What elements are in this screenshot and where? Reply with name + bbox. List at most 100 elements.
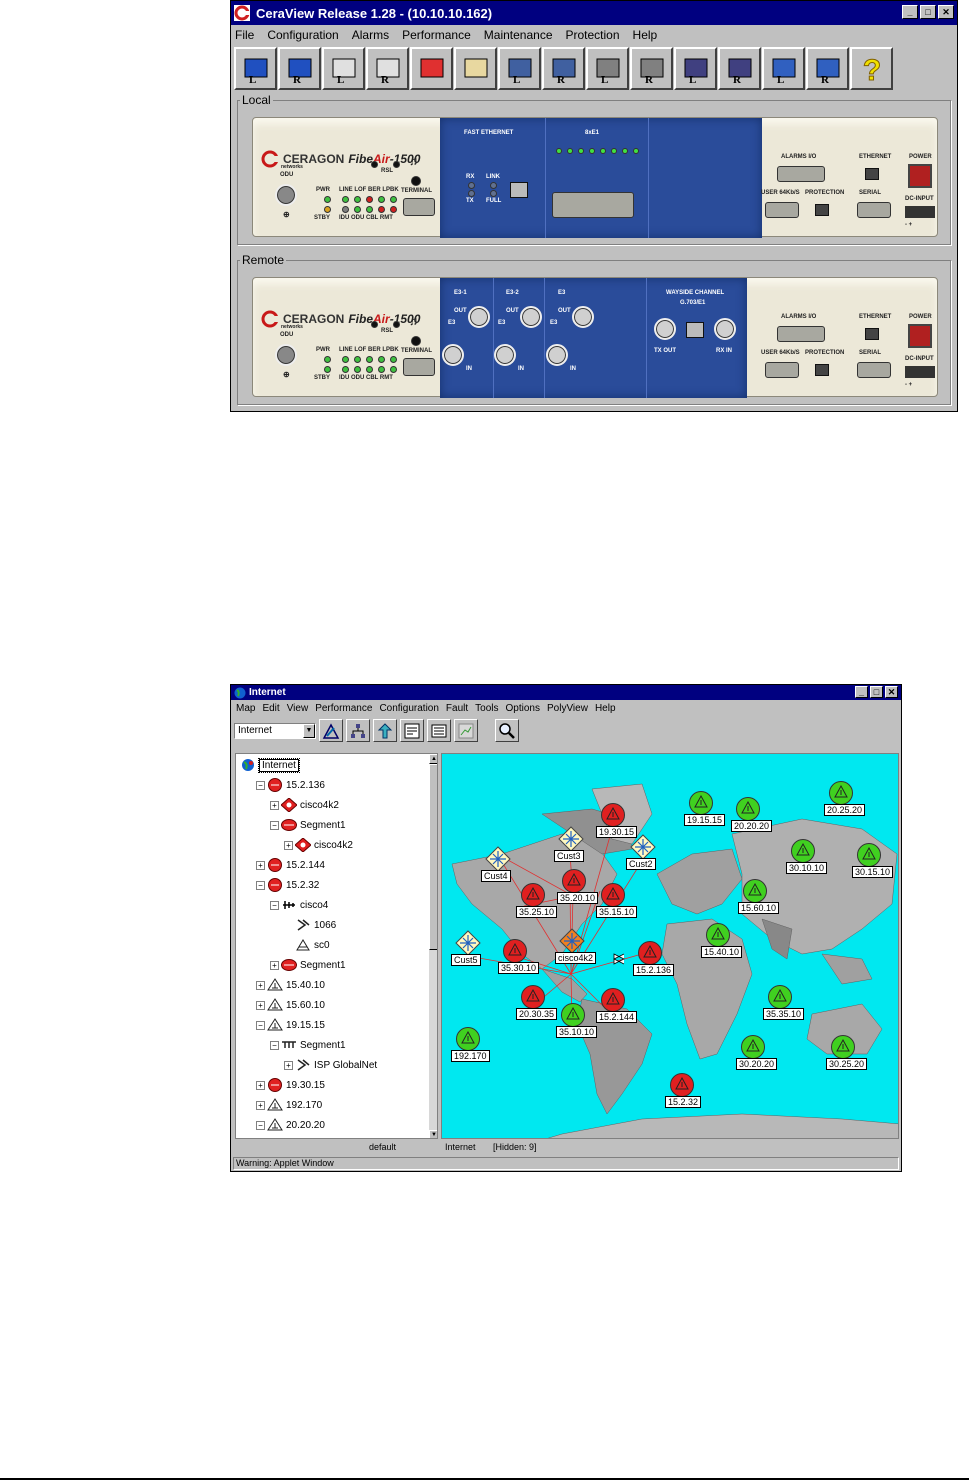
collapse-icon[interactable]: − <box>270 820 279 830</box>
menu-alarms[interactable]: Alarms <box>352 28 389 42</box>
toolbar-button-12[interactable]: L <box>762 46 805 90</box>
menu-options[interactable]: Options <box>506 703 540 714</box>
tree-item[interactable]: + cisco4k2 <box>284 836 353 854</box>
tree-item[interactable]: + ISP GlobalNet <box>284 1056 377 1074</box>
expand-icon[interactable]: + <box>256 1000 265 1010</box>
toolbar-button-9[interactable]: R <box>630 46 673 90</box>
toolbar-button-1[interactable]: R <box>278 46 321 90</box>
maximize-button[interactable]: □ <box>920 5 936 19</box>
collapse-icon[interactable]: − <box>256 880 265 890</box>
tree-item[interactable]: − 19.15.15 <box>256 1016 325 1034</box>
collapse-icon[interactable]: − <box>270 1040 279 1050</box>
menu-configuration[interactable]: Configuration <box>379 703 438 714</box>
menu-view[interactable]: View <box>287 703 309 714</box>
tree-item[interactable]: +15.60.10 <box>256 996 325 1014</box>
toolbar-button-11[interactable]: R <box>718 46 761 90</box>
toolbar-button-6[interactable]: L <box>498 46 541 90</box>
tree-item[interactable]: Internet <box>240 756 300 774</box>
menu-protection[interactable]: Protection <box>566 28 620 42</box>
collapse-icon[interactable]: − <box>256 1120 265 1130</box>
toolbar-button-0[interactable]: L <box>234 46 277 90</box>
expand-icon[interactable]: + <box>270 800 279 810</box>
tree-item[interactable]: − 15.2.136 <box>256 776 325 794</box>
menu-performance[interactable]: Performance <box>315 703 372 714</box>
menu-performance[interactable]: Performance <box>402 28 471 42</box>
tree-item[interactable]: − 20.20.20 <box>256 1116 325 1134</box>
network-tree[interactable]: ▲ ▼ Internet −15.2.136 + cisco4k2 − Segment1 +… <box>235 753 438 1139</box>
collapse-icon[interactable]: − <box>270 900 279 910</box>
tree-item[interactable]: − Segment1 <box>270 1036 346 1054</box>
menu-help[interactable]: Help <box>595 703 616 714</box>
map-node-label: 30.10.10 <box>786 862 828 874</box>
power-switch[interactable] <box>908 324 932 348</box>
expand-icon[interactable]: + <box>256 860 265 870</box>
user-connector <box>765 202 799 218</box>
tree-item[interactable]: +192.170 <box>256 1096 322 1114</box>
expand-icon[interactable]: + <box>270 960 279 970</box>
tree-item[interactable]: − Segment1 <box>270 816 346 834</box>
tree-item[interactable]: + Segment1 <box>270 956 346 974</box>
expand-icon[interactable]: + <box>256 1100 265 1110</box>
map-node-label: 35.15.10 <box>596 906 638 918</box>
draw-tool-button[interactable] <box>319 719 343 742</box>
collapse-icon[interactable]: − <box>256 780 265 790</box>
menu-maintenance[interactable]: Maintenance <box>484 28 553 42</box>
page-bottom-rule <box>0 1478 969 1480</box>
toolbar-button-13[interactable]: R <box>806 46 849 90</box>
menu-tools[interactable]: Tools <box>475 703 498 714</box>
internet-titlebar[interactable]: Internet _ □ ✕ <box>231 685 901 700</box>
e3-in-connector <box>546 344 568 366</box>
chevron-down-icon[interactable]: ▼ <box>303 723 315 738</box>
toolbar-button-4[interactable] <box>410 46 453 90</box>
graph-button[interactable] <box>454 719 478 742</box>
e3-module: E3-1 E3-2 E3 OUT OUT OUT E3 E3 E3 IN IN … <box>440 278 747 398</box>
toolbar-button-14[interactable]: ? <box>850 46 893 90</box>
collapse-icon[interactable]: − <box>256 1020 265 1030</box>
up-level-button[interactable] <box>373 719 397 742</box>
tree-local-icon: L <box>684 58 707 85</box>
menu-file[interactable]: File <box>235 28 254 42</box>
menu-map[interactable]: Map <box>236 703 255 714</box>
expand-icon[interactable]: + <box>256 980 265 990</box>
menu-edit[interactable]: Edit <box>262 703 279 714</box>
maximize-button[interactable]: □ <box>870 686 883 698</box>
tree-scrollbar[interactable]: ▲ ▼ <box>429 754 437 1138</box>
toolbar-button-10[interactable]: L <box>674 46 717 90</box>
toolbar-button-3[interactable]: R <box>366 46 409 90</box>
tree-item[interactable]: − 15.2.32 <box>256 876 319 894</box>
toolbar-button-7[interactable]: R <box>542 46 585 90</box>
toolbar-button-8[interactable]: L <box>586 46 629 90</box>
list-view-button[interactable] <box>427 719 451 742</box>
menu-fault[interactable]: Fault <box>446 703 468 714</box>
hierarchy-button[interactable] <box>346 719 370 742</box>
power-switch[interactable] <box>908 164 932 188</box>
properties-button[interactable] <box>400 719 424 742</box>
tree-item[interactable]: +15.2.144 <box>256 856 325 874</box>
map-select[interactable]: Internet ▼ <box>234 722 316 739</box>
tree-item[interactable]: sc0 <box>284 936 330 954</box>
minimize-button[interactable]: _ <box>902 5 918 19</box>
ceraview-titlebar[interactable]: CeraView Release 1.28 - (10.10.10.162) _… <box>231 1 957 25</box>
expand-icon[interactable]: + <box>284 1060 293 1070</box>
network-map[interactable]: 19.30.15 Cust3 19.15.15 20.20.20 20.25.20 Cus… <box>441 753 899 1139</box>
toolbar-button-5[interactable] <box>454 46 497 90</box>
tree-item[interactable]: + cisco4k2 <box>270 796 339 814</box>
menu-help[interactable]: Help <box>633 28 658 42</box>
tree-item[interactable]: 1066 <box>284 916 336 934</box>
toolbar-button-2[interactable]: L <box>322 46 365 90</box>
user-connector <box>765 362 799 378</box>
zoom-button[interactable] <box>495 719 519 742</box>
expand-icon[interactable]: + <box>284 840 293 850</box>
tree-item[interactable]: − cisco4 <box>270 896 328 914</box>
minimize-button[interactable]: _ <box>855 686 868 698</box>
expand-icon[interactable]: + <box>256 1080 265 1090</box>
menu-configuration[interactable]: Configuration <box>267 28 338 42</box>
close-button[interactable]: ✕ <box>938 5 954 19</box>
map-node-label: Cust4 <box>481 870 511 882</box>
tree-remote-icon: R <box>728 58 751 85</box>
menu-polyview[interactable]: PolyView <box>547 703 588 714</box>
tree-item[interactable]: +15.40.10 <box>256 976 325 994</box>
close-button[interactable]: ✕ <box>885 686 898 698</box>
protection-port <box>815 364 829 376</box>
tree-item[interactable]: +19.30.15 <box>256 1076 325 1094</box>
